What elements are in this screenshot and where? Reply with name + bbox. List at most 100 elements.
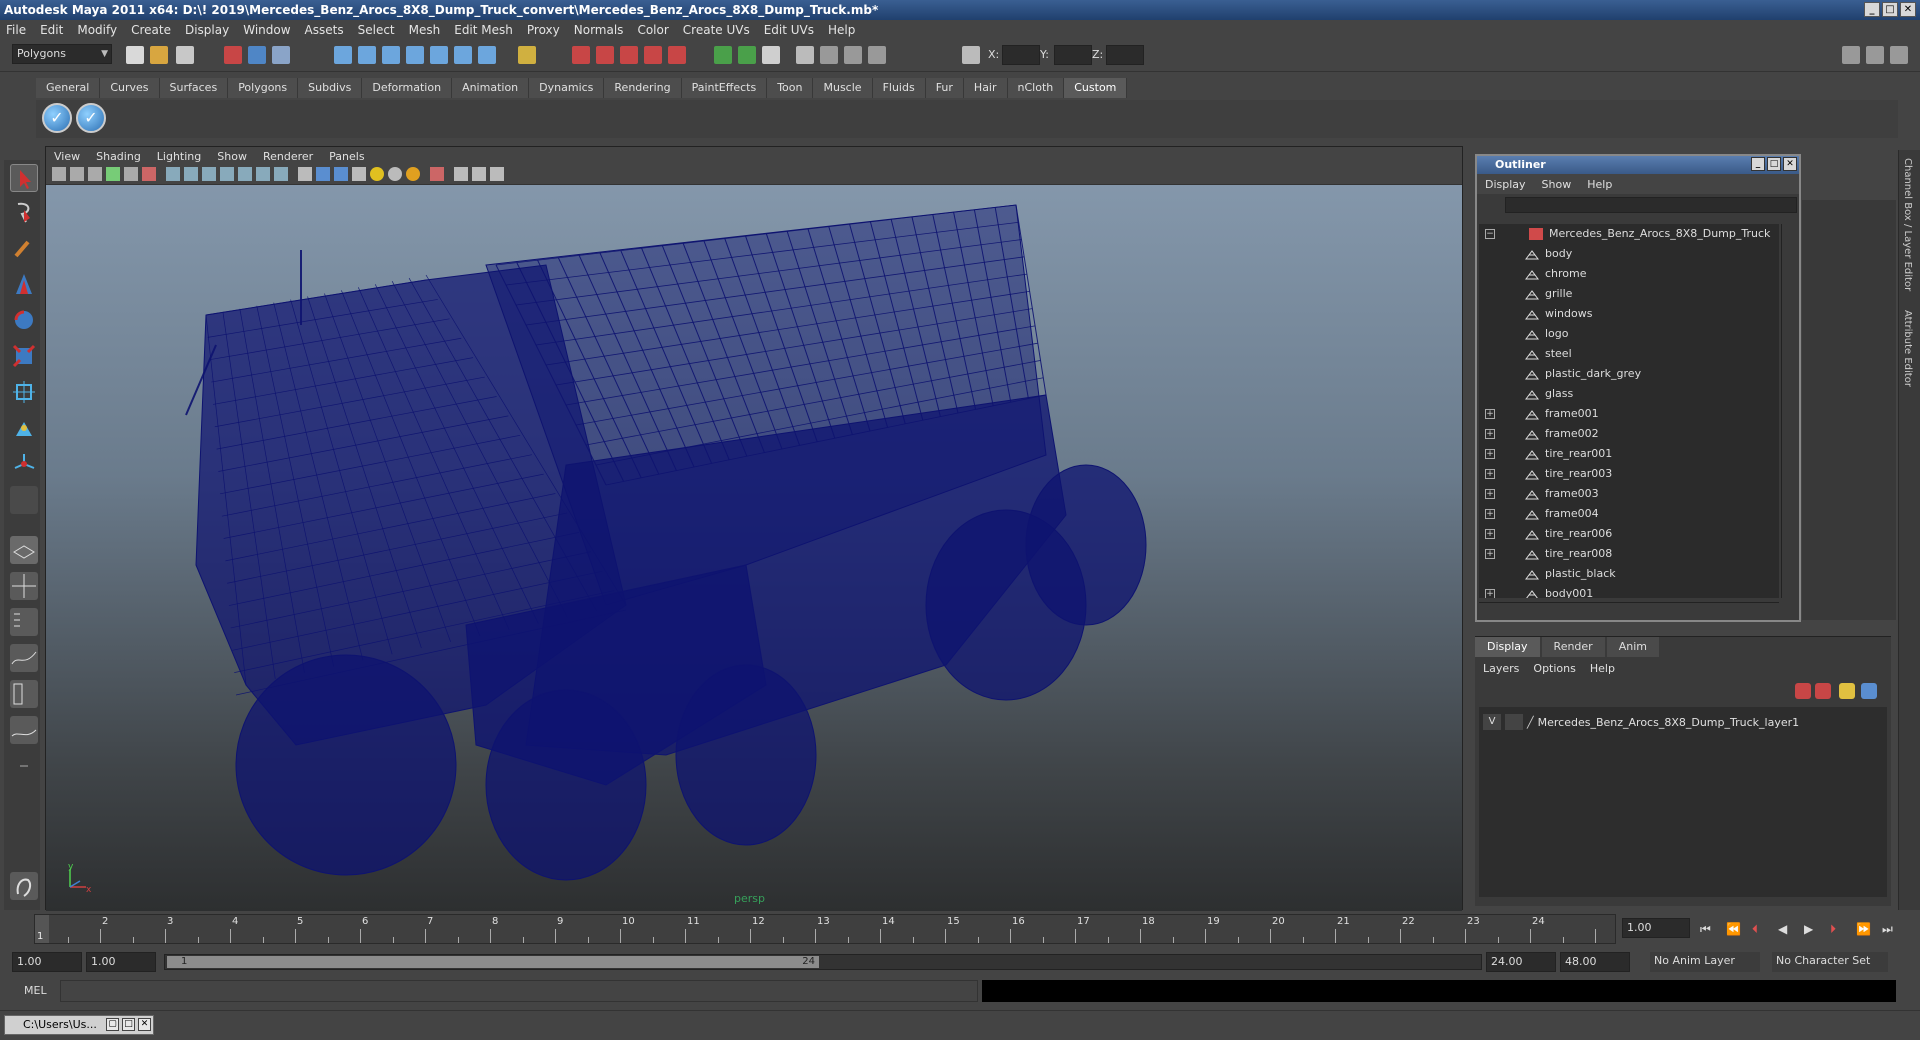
close-button[interactable]: ✕ <box>1900 2 1916 17</box>
outliner-item[interactable]: + tire_rear001 <box>1479 444 1779 464</box>
bookmark-icon[interactable] <box>88 167 102 181</box>
outliner-item[interactable]: chrome <box>1479 264 1779 284</box>
move-layer-up-icon[interactable] <box>1795 683 1811 699</box>
outliner-item[interactable]: + body001 <box>1479 584 1779 598</box>
outliner-maximize-button[interactable]: □ <box>1767 157 1781 171</box>
rotate-tool-icon[interactable] <box>10 306 38 334</box>
viewport-menu-shading[interactable]: Shading <box>96 150 141 163</box>
new-layer-icon[interactable] <box>1839 683 1855 699</box>
check-icon[interactable]: ✓ <box>42 103 72 133</box>
attribute-icon[interactable] <box>10 872 38 900</box>
layer-tab-render[interactable]: Render <box>1541 637 1605 657</box>
layer-menu-options[interactable]: Options <box>1533 662 1575 675</box>
playback-end-field[interactable]: 24.00 <box>1486 952 1556 972</box>
outliner-item[interactable]: + frame004 <box>1479 504 1779 524</box>
step-back-key-icon[interactable]: ⏴ <box>1752 922 1758 937</box>
wireframe-icon[interactable] <box>298 167 312 181</box>
menu-modify[interactable]: Modify <box>77 23 117 37</box>
shelf-tab-general[interactable]: General <box>36 78 101 98</box>
shelf-tab-hair[interactable]: Hair <box>963 78 1008 98</box>
viewport-menu-panels[interactable]: Panels <box>329 150 364 163</box>
layer-visibility-toggle[interactable]: V <box>1483 714 1501 730</box>
snap-point-icon[interactable] <box>382 46 400 64</box>
shelf-tab-surfaces[interactable]: Surfaces <box>159 78 229 98</box>
new-layer-selected-icon[interactable] <box>1861 683 1877 699</box>
expand-icon[interactable]: + <box>1485 409 1495 419</box>
viewport-menu-show[interactable]: Show <box>217 150 247 163</box>
camera-attributes-icon[interactable] <box>70 167 84 181</box>
menu-help[interactable]: Help <box>828 23 855 37</box>
menu-create[interactable]: Create <box>131 23 171 37</box>
range-slider[interactable]: 1 24 <box>164 954 1482 970</box>
safe-action-icon[interactable] <box>256 167 270 181</box>
layout-outliner-icon[interactable] <box>10 608 38 636</box>
outliner-vertical-scrollbar[interactable] <box>1781 224 1797 598</box>
select-object-icon[interactable] <box>248 46 266 64</box>
step-back-icon[interactable]: ⏪ <box>1726 922 1741 936</box>
show-manipulator-tool-icon[interactable] <box>10 450 38 478</box>
absolute-transform-icon[interactable] <box>962 46 980 64</box>
outliner-close-button[interactable]: ✕ <box>1783 157 1797 171</box>
expand-icon[interactable]: + <box>1485 549 1495 559</box>
textured-icon[interactable] <box>352 167 366 181</box>
layer-display-type-toggle[interactable] <box>1505 714 1523 730</box>
character-set-dropdown[interactable]: No Character Set <box>1772 952 1888 972</box>
viewport-scene[interactable]: y x persp <box>46 185 1462 911</box>
image-plane-icon[interactable] <box>106 167 120 181</box>
input-line-icon[interactable] <box>714 46 732 64</box>
play-forwards-icon[interactable]: ▶ <box>1804 922 1813 936</box>
shelf-tab-deformation[interactable]: Deformation <box>362 78 453 98</box>
anim-layer-dropdown[interactable]: No Anim Layer <box>1650 952 1760 972</box>
menu-mesh[interactable]: Mesh <box>409 23 441 37</box>
shelf-tab-animation[interactable]: Animation <box>452 78 530 98</box>
close-icon[interactable]: ✕ <box>138 1018 151 1031</box>
show-attribute-editor-icon[interactable] <box>1842 46 1860 64</box>
outliner-filter-input[interactable] <box>1505 197 1797 213</box>
outliner-menu-display[interactable]: Display <box>1485 178 1526 191</box>
shelf-tab-toon[interactable]: Toon <box>767 78 814 98</box>
default-light-icon[interactable] <box>370 167 384 181</box>
camera-select-icon[interactable] <box>52 167 66 181</box>
outliner-item[interactable]: body <box>1479 244 1779 264</box>
x-ray-icon[interactable] <box>454 167 468 181</box>
outliner-item[interactable]: + tire_rear003 <box>1479 464 1779 484</box>
move-layer-down-icon[interactable] <box>1815 683 1831 699</box>
layout-single-icon[interactable] <box>10 536 38 564</box>
last-tool-icon[interactable] <box>10 486 38 514</box>
shelf-tab-fluids[interactable]: Fluids <box>872 78 926 98</box>
lock-icon[interactable] <box>518 46 536 64</box>
expand-icon[interactable]: + <box>1485 589 1495 598</box>
outliner-item[interactable]: steel <box>1479 344 1779 364</box>
x-ray-joints-icon[interactable] <box>472 167 486 181</box>
soft-mod-tool-icon[interactable] <box>10 414 38 442</box>
ipr-render-icon[interactable] <box>596 46 614 64</box>
current-time-marker[interactable]: 1 <box>35 915 49 943</box>
backface-culling-icon[interactable] <box>490 167 504 181</box>
wireframe-on-shaded-icon[interactable] <box>334 167 348 181</box>
maximize-icon[interactable]: □ <box>122 1018 135 1031</box>
outliner-item[interactable]: + frame001 <box>1479 404 1779 424</box>
minimize-button[interactable]: _ <box>1864 2 1880 17</box>
outliner-item[interactable]: + tire_rear008 <box>1479 544 1779 564</box>
layer-tab-anim[interactable]: Anim <box>1606 637 1659 657</box>
layout-dope-sheet-icon[interactable] <box>10 716 38 744</box>
maximize-button[interactable]: □ <box>1882 2 1898 17</box>
settings-icon[interactable] <box>844 46 862 64</box>
menu-display[interactable]: Display <box>185 23 229 37</box>
menu-color[interactable]: Color <box>637 23 668 37</box>
rename-icon[interactable] <box>738 46 756 64</box>
shelf-tab-polygons[interactable]: Polygons <box>228 78 299 98</box>
layer-row[interactable]: V ╱ Mercedes_Benz_Arocs_8X8_Dump_Truck_l… <box>1483 713 1799 731</box>
menu-set-dropdown[interactable]: Polygons ▼ <box>12 44 112 64</box>
snap-live-icon[interactable] <box>430 46 448 64</box>
attribute-editor-tab[interactable]: Attribute Editor <box>1902 310 1913 387</box>
channel-box-tab[interactable]: Channel Box / Layer Editor <box>1902 158 1913 291</box>
smooth-shade-icon[interactable] <box>316 167 330 181</box>
minimized-window[interactable]: C:\Users\Us... ▢ □ ✕ <box>4 1015 154 1035</box>
outliner-item[interactable]: glass <box>1479 384 1779 404</box>
paint-select-tool-icon[interactable] <box>10 234 38 262</box>
start-time-field[interactable]: 1.00 <box>12 952 82 972</box>
outliner-item[interactable]: logo <box>1479 324 1779 344</box>
menu-assets[interactable]: Assets <box>305 23 344 37</box>
menu-window[interactable]: Window <box>243 23 290 37</box>
